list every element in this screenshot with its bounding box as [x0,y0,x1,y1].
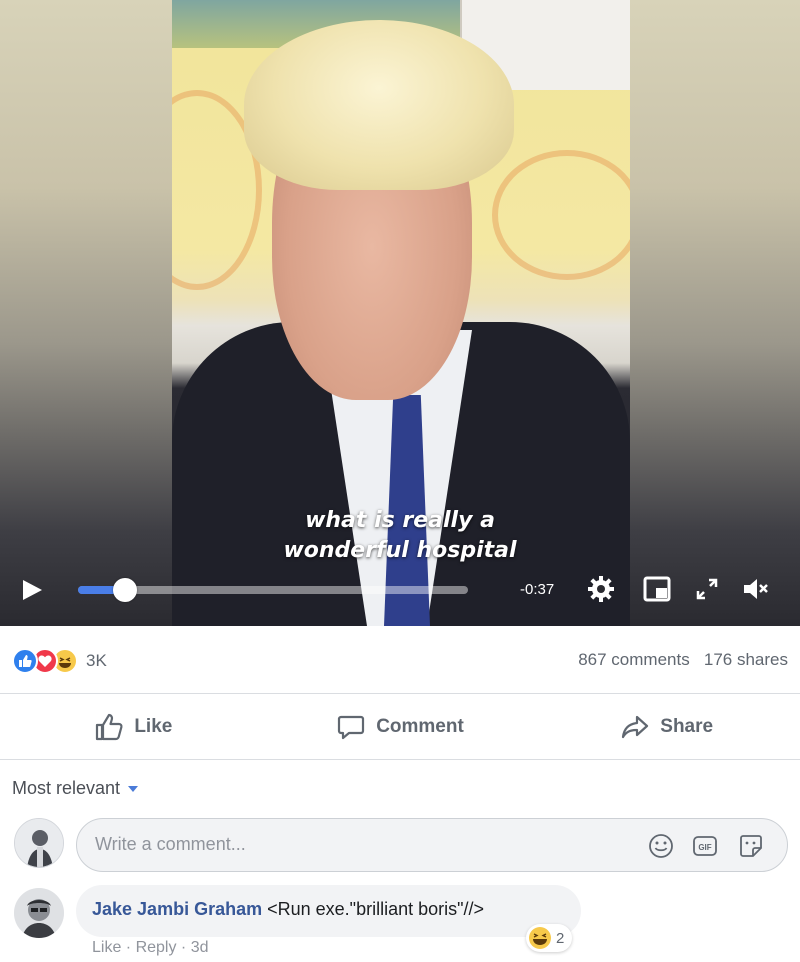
time-remaining: -0:37 [520,581,555,598]
comment-sort-dropdown[interactable]: Most relevant [12,778,139,799]
comment-bubble: Jake Jambi Graham <Run exe."brilliant bo… [76,885,581,937]
progress-knob[interactable] [112,578,137,602]
comment-text: <Run exe."brilliant boris"//> [267,899,485,919]
video-caption-line2: wonderful hospital [283,538,517,563]
commenter-avatar[interactable] [14,888,64,938]
current-user-avatar [14,818,64,868]
share-button-label: Share [660,715,714,737]
volume-muted-icon[interactable] [740,574,770,604]
comment-reply-link[interactable]: Reply [136,939,177,956]
wall-swirl [492,150,630,280]
comment-button[interactable]: Comment [267,694,534,759]
comment-composer: GIF [76,818,788,872]
post-stats: 3K 867 comments 176 shares [0,626,800,694]
like-button[interactable]: Like [0,694,267,759]
video-controls: -0:37 [0,568,800,614]
thumbs-up-icon [96,713,123,740]
like-reaction-icon [12,648,38,674]
video-player[interactable]: what is really a wonderful hospital -0:3… [0,0,800,626]
gif-icon[interactable]: GIF [691,832,719,860]
comment-button-label: Comment [376,715,464,737]
comment-author-link[interactable]: Jake Jambi Graham [92,899,262,919]
comments-shares: 867 comments 176 shares [578,650,788,670]
comment-timestamp[interactable]: 3d [191,939,209,956]
post-actions: Like Comment Share [0,694,800,760]
comment-reaction-badge[interactable]: 2 [526,924,573,952]
emoji-icon[interactable] [647,832,675,860]
reaction-count: 3K [86,651,107,670]
fullscreen-icon[interactable] [692,574,722,604]
video-caption-line1: what is really a [305,508,495,533]
picture-in-picture-icon[interactable] [642,574,672,604]
comment-input[interactable] [95,834,595,855]
chevron-down-icon [128,785,139,792]
shares-count-link[interactable]: 176 shares [704,650,788,669]
like-button-label: Like [134,715,173,737]
sticker-icon[interactable] [737,832,765,860]
hair [244,20,514,190]
share-arrow-icon [622,715,649,738]
progress-bar[interactable] [78,578,468,602]
comment-meta: Like · Reply · 3d [92,939,209,956]
play-icon[interactable] [20,578,44,602]
settings-gear-icon[interactable] [586,574,616,604]
haha-reaction-icon [529,927,551,949]
comment-reaction-count: 2 [556,929,565,947]
comment-like-link[interactable]: Like [92,939,121,956]
reactions-summary[interactable]: 3K [12,648,107,674]
svg-text:GIF: GIF [698,843,711,852]
sort-label: Most relevant [12,778,121,798]
comment-bubble-icon [338,715,365,739]
share-button[interactable]: Share [533,694,800,759]
comments-count-link[interactable]: 867 comments [578,650,690,669]
